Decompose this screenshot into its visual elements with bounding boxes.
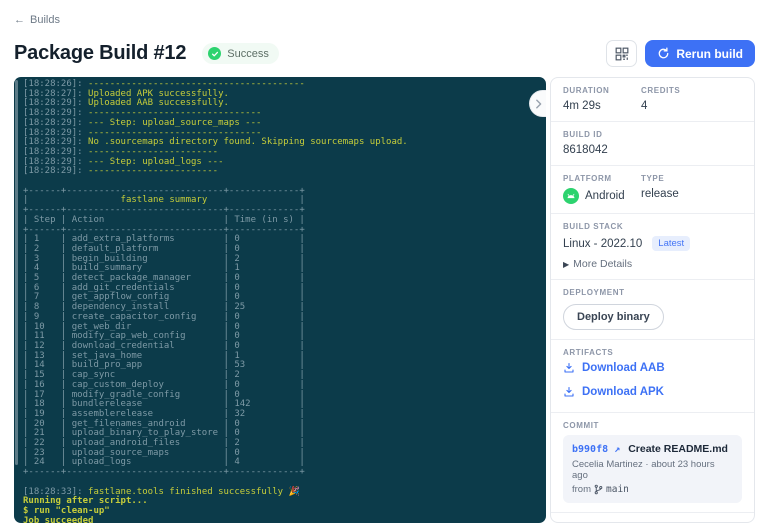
main-area: [18:28:26]: ----------------------------… <box>14 77 755 523</box>
credits-label: Credits <box>641 86 681 95</box>
build-stack-section: Build Stack Linux - 2022.10 Latest ▶ Mor… <box>551 214 754 280</box>
more-details-toggle[interactable]: ▶ More Details <box>563 258 742 270</box>
download-icon <box>564 386 574 397</box>
build-log-terminal[interactable]: [18:28:26]: ----------------------------… <box>14 77 546 523</box>
log-line: $ run "clean-up" <box>23 505 110 516</box>
breadcrumb-label: Builds <box>30 14 60 26</box>
commit-message: Create README.md <box>628 443 728 455</box>
commit-author-line: Cecelia Martinez · about 23 hours ago <box>572 459 715 481</box>
duration-value: 4m 29s <box>563 100 601 112</box>
rerun-build-button[interactable]: Rerun build <box>645 40 755 67</box>
log-line: +------+-----------------------------+--… <box>23 467 305 478</box>
download-icon <box>564 362 574 373</box>
rerun-build-label: Rerun build <box>676 46 743 61</box>
branch-name: main <box>606 484 629 495</box>
build-id-value: 8618042 <box>563 144 608 156</box>
platform-type-section: Platform Android Type release <box>551 166 754 214</box>
chevron-right-icon <box>535 99 541 108</box>
qr-code-icon <box>615 47 629 60</box>
build-stack-value: Linux - 2022.10 <box>563 237 643 250</box>
log-line: [18:28:29]: ------------------------ <box>23 166 219 177</box>
commit-sha-link[interactable]: b990f8 ↗ <box>572 444 620 455</box>
download-aab-link[interactable]: Download AAB <box>563 362 742 374</box>
page-header: ← Builds Package Build #12 Success Rerun… <box>0 0 768 67</box>
build-id-section: Build ID 8618042 <box>551 122 754 166</box>
platform-value: Android <box>585 190 625 202</box>
status-badge: Success <box>202 43 279 64</box>
build-details-sidebar: Duration 4m 29s Credits 4 Build ID 86180… <box>550 77 755 523</box>
external-link-icon: ↗ <box>614 444 621 455</box>
deploy-binary-button[interactable]: Deploy binary <box>563 304 664 330</box>
triggered-by-label: Triggered By <box>563 521 742 522</box>
commit-label: Commit <box>563 421 600 430</box>
download-apk-link[interactable]: Download APK <box>563 386 742 398</box>
page-title: Package Build #12 <box>14 42 187 64</box>
type-label: Type <box>641 174 665 183</box>
deployment-label: Deployment <box>563 288 625 297</box>
branch-prefix: from <box>572 484 591 495</box>
download-apk-label: Download APK <box>582 386 664 398</box>
commit-card: b990f8 ↗ Create README.md Cecelia Martin… <box>563 435 742 503</box>
latest-badge: Latest <box>652 236 691 251</box>
type-value: release <box>641 188 679 200</box>
download-aab-label: Download AAB <box>582 362 665 374</box>
status-label: Success <box>227 47 269 60</box>
log-line: Job succeeded <box>23 515 94 523</box>
build-stack-label: Build Stack <box>563 222 624 231</box>
duration-label: Duration <box>563 86 610 95</box>
build-log: [18:28:26]: ----------------------------… <box>23 79 538 523</box>
back-arrow-icon: ← <box>14 14 25 26</box>
build-id-label: Build ID <box>563 130 603 139</box>
git-branch-icon <box>594 484 603 495</box>
more-details-label: More Details <box>573 258 633 270</box>
qr-code-button[interactable] <box>606 40 638 67</box>
duration-credits-section: Duration 4m 29s Credits 4 <box>551 78 754 122</box>
credits-value: 4 <box>641 100 648 112</box>
terminal-scrollbar[interactable] <box>15 80 18 465</box>
platform-label: Platform <box>563 174 612 183</box>
refresh-icon <box>658 47 669 59</box>
breadcrumb[interactable]: ← Builds <box>14 14 60 26</box>
deployment-section: Deployment Deploy binary <box>551 280 754 340</box>
commit-section: Commit b990f8 ↗ Create README.md Cecelia… <box>551 413 754 513</box>
disclosure-triangle-icon: ▶ <box>563 259 570 269</box>
success-check-icon <box>208 47 222 60</box>
artifacts-label: Artifacts <box>563 348 614 357</box>
artifacts-section: Artifacts Download AAB Download APK <box>551 340 754 413</box>
triggered-by-section: Triggered By C Cecelia Martinez about 23… <box>551 513 754 522</box>
android-icon <box>563 188 579 204</box>
